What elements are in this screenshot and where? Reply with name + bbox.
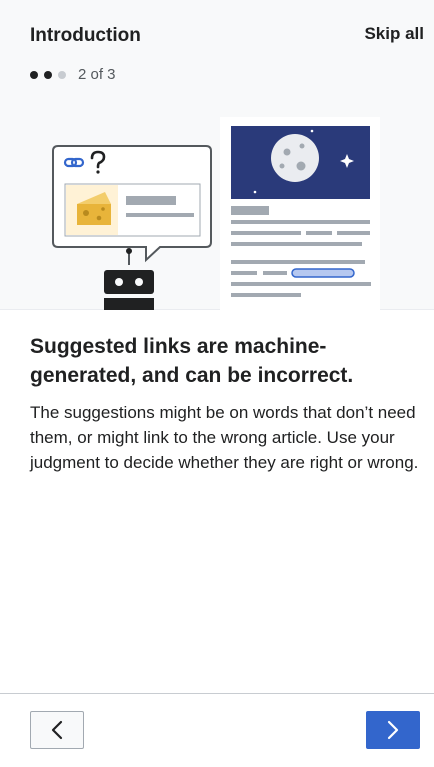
dialog-footer <box>0 693 434 767</box>
chevron-left-icon <box>51 720 63 740</box>
progress-dot-3 <box>58 70 66 79</box>
progress-label: 2 of 3 <box>78 66 116 83</box>
illustration <box>52 117 380 310</box>
onboarding-dialog: Introduction Skip all 2 of 3 Suggested l… <box>0 0 434 767</box>
moon-icon <box>271 134 319 182</box>
speech-bubble-illustration <box>52 145 212 263</box>
chevron-right-icon <box>387 720 399 740</box>
step-heading: Suggested links are machine-generated, a… <box>30 335 354 387</box>
progress-dot-2 <box>44 70 52 79</box>
dialog-body: Suggested links are machine-generated, a… <box>30 332 420 475</box>
article-card-illustration <box>220 117 380 310</box>
back-button[interactable] <box>30 711 84 749</box>
skip-all-button[interactable]: Skip all <box>364 24 424 44</box>
step-description: The suggestions might be on words that d… <box>30 403 419 472</box>
next-button[interactable] <box>366 711 420 749</box>
progress-dot-1 <box>30 70 38 79</box>
progress-indicator: 2 of 3 <box>30 66 116 83</box>
dialog-header-panel: Introduction Skip all 2 of 3 <box>0 0 434 310</box>
highlighted-link-illustration <box>291 268 355 278</box>
dialog-title: Introduction <box>30 25 141 46</box>
